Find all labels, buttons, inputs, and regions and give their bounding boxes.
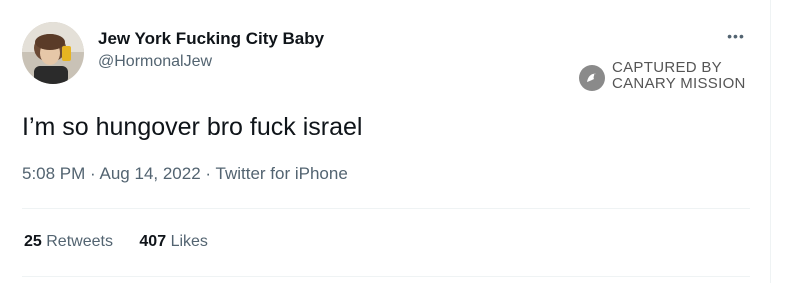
- meta-separator: ·: [90, 164, 96, 183]
- retweets-label: Retweets: [46, 233, 113, 250]
- avatar[interactable]: [22, 22, 84, 84]
- avatar-photo: [22, 22, 84, 84]
- tweet-meta: 5:08 PM · Aug 14, 2022 · Twitter for iPh…: [22, 164, 348, 184]
- tweet-stats: 25 Retweets 407 Likes: [24, 233, 230, 251]
- divider: [22, 208, 750, 209]
- divider: [22, 276, 750, 277]
- tweet-time[interactable]: 5:08 PM: [22, 164, 85, 183]
- canary-mission-watermark: CAPTURED BY CANARY MISSION: [578, 60, 758, 96]
- right-rail-divider: [770, 0, 771, 283]
- likes-label: Likes: [170, 233, 208, 250]
- tweet-date[interactable]: Aug 14, 2022: [100, 164, 201, 183]
- meta-separator: ·: [205, 164, 212, 183]
- retweets-stat[interactable]: 25 Retweets: [24, 233, 113, 251]
- watermark-line1: CAPTURED BY: [612, 59, 722, 76]
- tweet-card: Jew York Fucking City Baby @HormonalJew …: [20, 0, 756, 283]
- user-handle[interactable]: @HormonalJew: [98, 53, 212, 71]
- likes-stat[interactable]: 407 Likes: [139, 233, 208, 251]
- watermark-text: CAPTURED BY CANARY MISSION: [612, 60, 746, 92]
- more-horizontal-icon[interactable]: •••: [724, 28, 748, 48]
- tweet-source[interactable]: Twitter for iPhone: [216, 164, 348, 183]
- tweet-text: I’m so hungover bro fuck israel: [22, 113, 363, 141]
- tweet-screenshot: Jew York Fucking City Baby @HormonalJew …: [0, 0, 800, 283]
- retweets-count: 25: [24, 233, 42, 250]
- watermark-line2: CANARY MISSION: [612, 75, 746, 92]
- display-name[interactable]: Jew York Fucking City Baby: [98, 29, 324, 49]
- likes-count: 407: [139, 233, 167, 250]
- canary-bird-icon: [579, 65, 605, 91]
